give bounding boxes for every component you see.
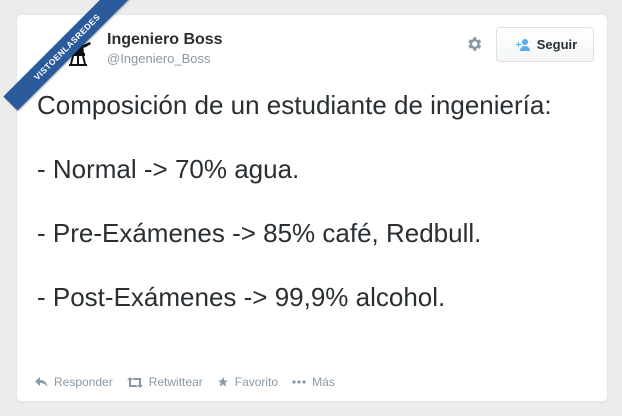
add-user-icon [513,38,531,52]
user-handle[interactable]: @Ingeniero_Boss [107,50,223,68]
star-icon [217,376,229,388]
follow-button[interactable]: Seguir [496,27,594,62]
tweet-text: Composición de un estudiante de ingenier… [37,90,552,312]
favorite-button[interactable]: Favorito [217,375,278,389]
reply-label: Responder [54,375,113,389]
favorite-label: Favorito [234,375,279,389]
reply-button[interactable]: Responder [35,375,113,389]
reply-icon [35,376,48,388]
more-button[interactable]: Más [292,375,335,389]
settings-button[interactable] [463,33,485,55]
display-name[interactable]: Ingeniero Boss [107,30,223,50]
tweet-card: VISTOENLASREDES Ingeniero Boss @Ingenier… [3,0,608,402]
gear-icon [468,37,482,51]
retweet-label: Retwittear [148,375,203,389]
more-dots-icon [292,380,306,384]
follow-label: Seguir [536,37,578,52]
more-label: Más [312,375,335,389]
retweet-icon [126,376,143,388]
retweet-button[interactable]: Retwittear [126,375,203,389]
tweet-actions: Responder Retwittear Favorito Más [35,375,349,389]
